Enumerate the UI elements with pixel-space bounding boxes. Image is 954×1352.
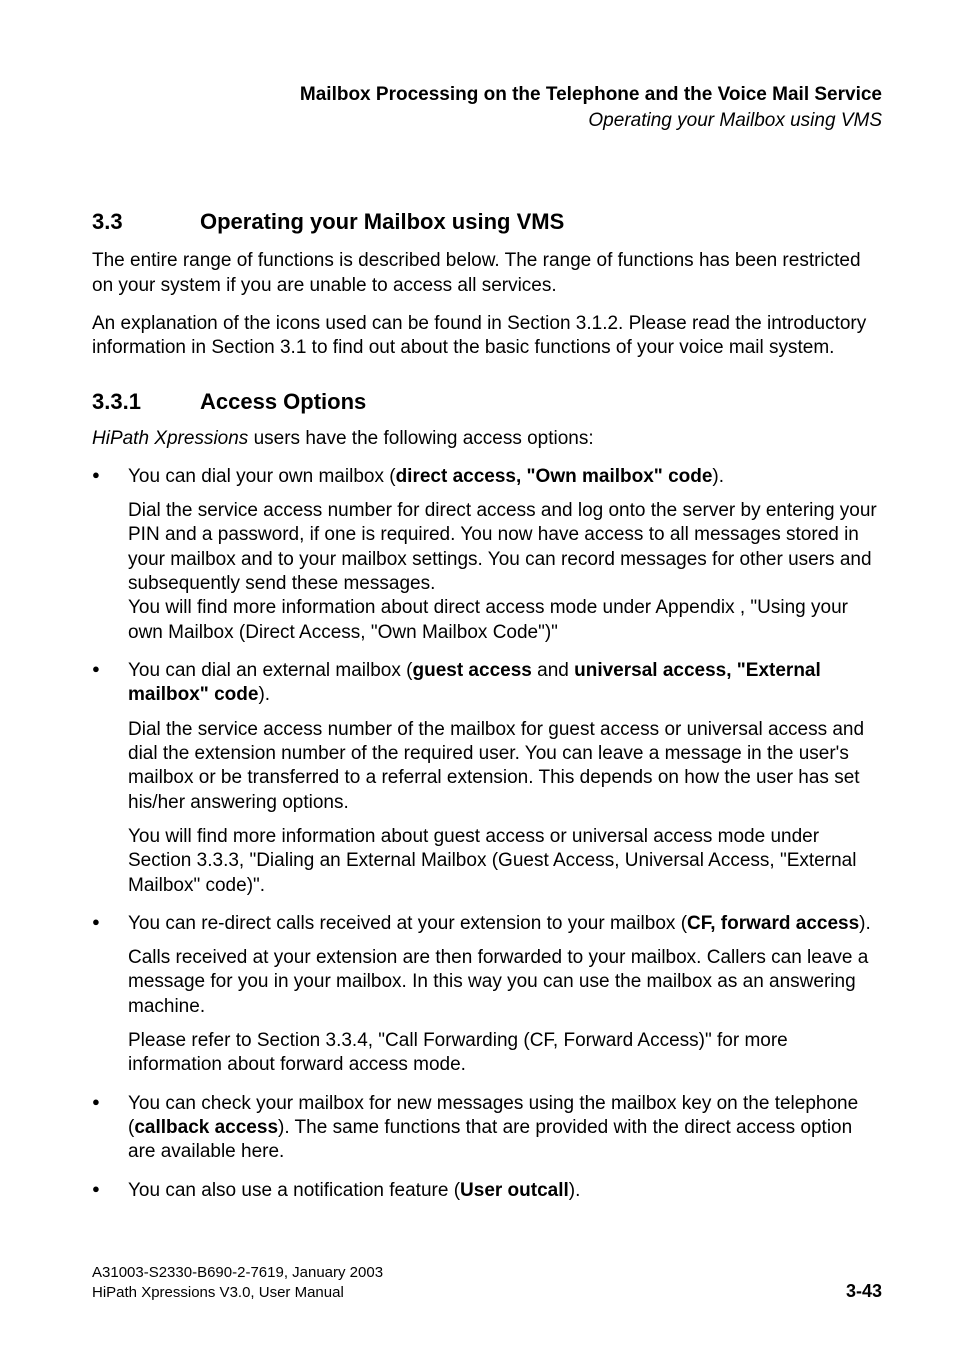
- item-paragraph: Dial the service access number of the ma…: [128, 718, 882, 815]
- subsection-heading: 3.3.1 Access Options: [92, 389, 882, 415]
- section-paragraph: An explanation of the icons used can be …: [92, 312, 882, 361]
- item-tail: ).: [258, 684, 270, 705]
- section-title: Operating your Mailbox using VMS: [200, 209, 564, 235]
- section-paragraph: The entire range of functions is describ…: [92, 249, 882, 298]
- list-item: You can dial an external mailbox (guest …: [92, 659, 882, 898]
- item-tail: ).: [859, 913, 871, 934]
- item-tail: ).: [569, 1180, 581, 1201]
- footer-doctitle: HiPath Xpressions V3.0, User Manual: [92, 1283, 882, 1303]
- item-paragraph: Calls received at your extension are the…: [128, 946, 882, 1019]
- item-lead: You can dial an external mailbox (: [128, 660, 412, 681]
- page: Mailbox Processing on the Telephone and …: [0, 0, 954, 1352]
- item-term: guest access: [412, 660, 531, 681]
- item-term: User outcall: [460, 1180, 569, 1201]
- item-term: direct access, "Own mailbox" code: [396, 466, 713, 487]
- item-tail: ).: [712, 466, 724, 487]
- list-item: You can re-direct calls received at your…: [92, 912, 882, 1078]
- list-item: You can dial your own mailbox (direct ac…: [92, 465, 882, 645]
- running-header: Mailbox Processing on the Telephone and …: [92, 82, 882, 133]
- footer-docid: A31003-S2330-B690-2-7619, January 2003: [92, 1263, 882, 1283]
- subsection-title: Access Options: [200, 389, 366, 415]
- item-term: callback access: [134, 1117, 278, 1138]
- item-mid: and: [532, 660, 574, 681]
- item-paragraph: Please refer to Section 3.3.4, "Call For…: [128, 1029, 882, 1078]
- section-heading: 3.3 Operating your Mailbox using VMS: [92, 209, 882, 235]
- item-term: CF, forward access: [687, 913, 859, 934]
- product-name: HiPath Xpressions: [92, 428, 248, 449]
- header-title: Mailbox Processing on the Telephone and …: [92, 82, 882, 108]
- page-footer: A31003-S2330-B690-2-7619, January 2003 H…: [92, 1263, 882, 1302]
- item-lead: You can dial your own mailbox (: [128, 466, 396, 487]
- item-paragraph: You will find more information about dir…: [128, 596, 882, 645]
- subsection-intro: HiPath Xpressions users have the followi…: [92, 427, 882, 451]
- subsection-number: 3.3.1: [92, 389, 200, 415]
- page-number: 3-43: [846, 1281, 882, 1302]
- list-item: You can also use a notification feature …: [92, 1179, 882, 1203]
- list-item: You can check your mailbox for new messa…: [92, 1092, 882, 1165]
- item-lead: You can also use a notification feature …: [128, 1180, 460, 1201]
- item-paragraph: Dial the service access number for direc…: [128, 499, 882, 596]
- header-subtitle: Operating your Mailbox using VMS: [92, 108, 882, 134]
- access-options-list: You can dial your own mailbox (direct ac…: [92, 465, 882, 1203]
- section-number: 3.3: [92, 209, 200, 235]
- item-lead: You can re-direct calls received at your…: [128, 913, 687, 934]
- intro-text: users have the following access options:: [248, 428, 593, 449]
- item-paragraph: You will find more information about gue…: [128, 825, 882, 898]
